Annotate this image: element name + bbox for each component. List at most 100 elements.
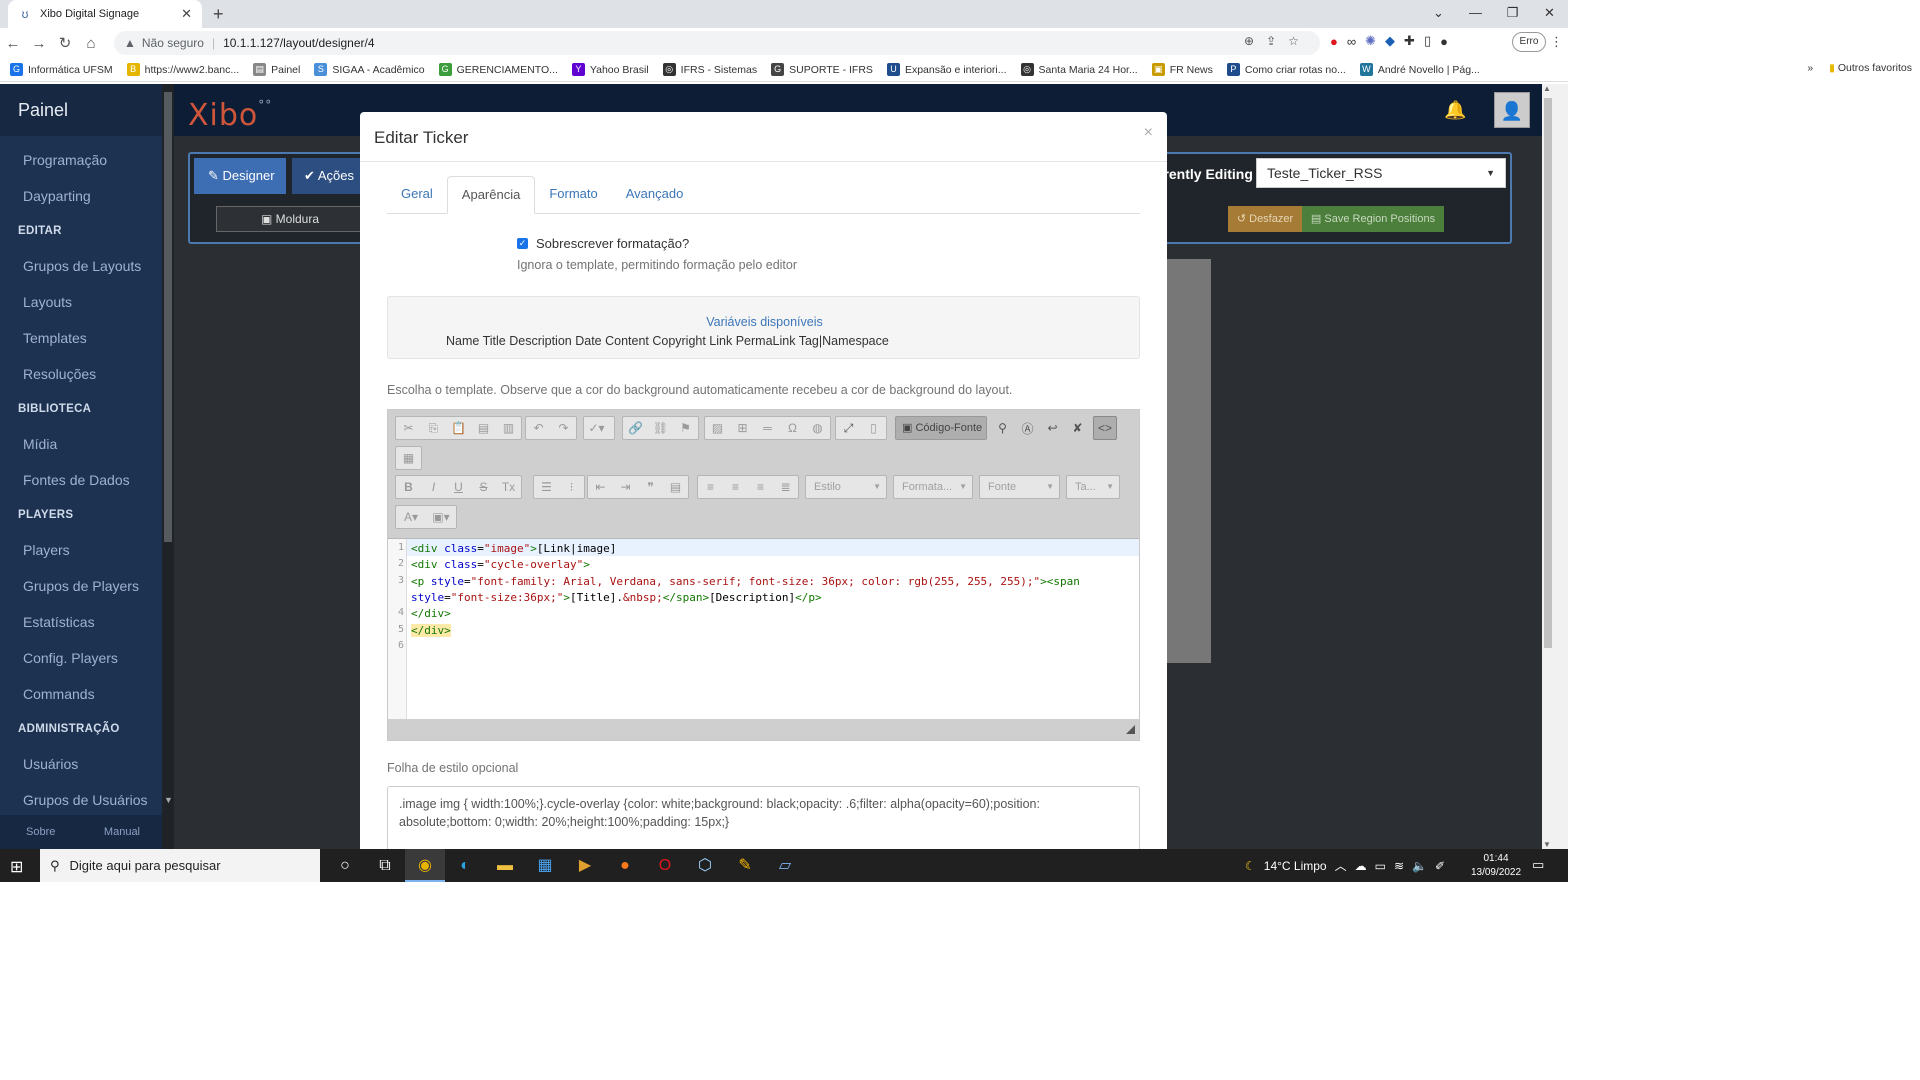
bookmark-item[interactable]: Bhttps://www2.banc...	[126, 63, 239, 76]
clock[interactable]: 01:44 13/09/2022	[1466, 852, 1526, 880]
reload-icon[interactable]: ↻	[52, 34, 78, 52]
sidepanel-icon[interactable]: ▯	[1424, 33, 1431, 49]
back-icon[interactable]: ←	[0, 35, 26, 52]
modal-tab[interactable]: Avançado	[612, 176, 698, 214]
iframe-icon[interactable]: ◍	[805, 421, 830, 435]
tray-chevron-icon[interactable]: ︿	[1335, 857, 1347, 874]
link-icon[interactable]: 🔗	[623, 421, 648, 435]
css-textarea[interactable]: .image img { width:100%;}.cycle-overlay …	[387, 786, 1140, 849]
source-code-area[interactable]: 1 2 3 4 5 6 <div class="image">[Link|image] <…	[388, 539, 1139, 719]
puzzle-icon[interactable]: ✚	[1404, 33, 1415, 49]
firefox-icon[interactable]: ●	[605, 849, 645, 882]
bookmark-item[interactable]: ◎ Santa Maria 24 Hor...	[1020, 63, 1138, 76]
align-center-icon[interactable]: ≡	[723, 480, 748, 494]
save-region-positions-button[interactable]: ▤ Save Region Positions	[1302, 206, 1444, 232]
div-icon[interactable]: ▤	[663, 480, 688, 494]
bg-color-icon[interactable]: ▣▾	[426, 510, 456, 524]
browser-tab[interactable]: ʊ Xibo Digital Signage ✕	[8, 0, 202, 28]
bookmark-item[interactable]: Y Yahoo Brasil	[571, 63, 649, 76]
tab-actions[interactable]: ✔ Ações	[292, 158, 362, 194]
unlink-icon[interactable]: ⛓	[648, 421, 673, 435]
profile-avatar-icon[interactable]: ●	[1440, 34, 1448, 49]
sidebar-item[interactable]: Templates	[0, 320, 162, 356]
taskbar-search[interactable]: ⚲ Digite aqui para pesquisar	[40, 849, 320, 882]
cloud-icon[interactable]: ☁	[1355, 859, 1367, 873]
wifi-icon[interactable]: ≋	[1394, 859, 1404, 873]
format-combo[interactable]: Formata... ▼	[893, 475, 973, 499]
page-scrollbar[interactable]: ▲ ▼	[1542, 84, 1568, 849]
tab-search-icon[interactable]: ⌄	[1420, 0, 1457, 28]
sidebar-item[interactable]: Players	[0, 532, 162, 568]
italic-icon[interactable]: I	[421, 480, 446, 494]
bell-icon[interactable]: 🔔	[1444, 100, 1466, 121]
sidebar-item[interactable]: Grupos de Usuários	[0, 782, 162, 818]
sidebar-item[interactable]: Usuários	[0, 746, 162, 782]
modal-tab[interactable]: Geral	[387, 176, 447, 214]
virtualbox-icon[interactable]: ⬡	[685, 849, 725, 882]
sidebar-item[interactable]: Commands	[0, 676, 162, 712]
size-combo[interactable]: Ta... ▼	[1066, 475, 1120, 499]
sidebar-item[interactable]: Resoluções	[0, 356, 162, 392]
sidebar-scrollbar[interactable]: ▼	[162, 84, 174, 849]
show-blocks-icon[interactable]: ▯	[861, 421, 886, 435]
editor-resize-bar[interactable]	[388, 719, 1139, 740]
gear-extension-icon[interactable]: ✺	[1365, 33, 1376, 49]
find-icon[interactable]: ⚲	[990, 421, 1015, 435]
sidebar-item[interactable]: Grupos de Players	[0, 568, 162, 604]
more-bookmarks-icon[interactable]: »	[1807, 62, 1813, 74]
star-icon[interactable]: ☆	[1288, 34, 1299, 48]
user-avatar[interactable]: 👤	[1494, 92, 1530, 128]
cut-icon[interactable]: ✂	[396, 421, 421, 435]
align-left-icon[interactable]: ≡	[698, 480, 723, 494]
home-icon[interactable]: ⌂	[78, 35, 104, 52]
indent-icon[interactable]: ⇥	[613, 480, 638, 494]
bookmark-item[interactable]: ▤ Painel	[253, 63, 300, 76]
source-code-button[interactable]: ▣ Código-Fonte	[895, 416, 987, 440]
cortana-icon[interactable]: ○	[325, 849, 365, 882]
restore-button[interactable]: ❐	[1494, 0, 1531, 28]
undo-source-icon[interactable]: ↩	[1040, 421, 1065, 435]
profile-error-badge[interactable]: Erro	[1512, 32, 1546, 52]
table-icon[interactable]: ⊞	[730, 421, 755, 435]
override-formatting[interactable]: ✓ Sobrescrever formatação?	[517, 236, 689, 251]
store-icon[interactable]: ▦	[525, 849, 565, 882]
editor-undo-icon[interactable]: ↶	[526, 421, 551, 435]
align-right-icon[interactable]: ≡	[748, 480, 773, 494]
forward-icon[interactable]: →	[26, 35, 52, 52]
app-icon[interactable]: ✎	[725, 849, 765, 882]
paste-word-icon[interactable]: ▥	[496, 421, 521, 435]
code-icon[interactable]: <>	[1094, 421, 1116, 435]
other-bookmarks[interactable]: ▮ Outros favoritos	[1829, 62, 1912, 74]
weather-text[interactable]: 14°C Limpo	[1264, 859, 1327, 873]
spellcheck-icon[interactable]: ✓▾	[584, 421, 609, 435]
remove-format-icon[interactable]: ✘	[1065, 421, 1090, 435]
bookmark-item[interactable]: G Informática UFSM	[10, 63, 113, 76]
underline-icon[interactable]: U	[446, 480, 471, 494]
media-icon[interactable]: ▶	[565, 849, 605, 882]
cap-extension-icon[interactable]: ◆	[1385, 33, 1395, 49]
opera-icon[interactable]: O	[645, 849, 685, 882]
zoom-icon[interactable]: ⊕	[1244, 34, 1254, 48]
paste-text-icon[interactable]: ▤	[471, 421, 496, 435]
opera-extension-icon[interactable]: ●	[1330, 34, 1338, 49]
sidebar-item[interactable]: Layouts	[0, 284, 162, 320]
chrome-icon[interactable]: ◉	[405, 849, 445, 882]
manual-link[interactable]: Manual	[104, 826, 140, 838]
outdent-icon[interactable]: ⇤	[588, 480, 613, 494]
pen-icon[interactable]: ✐	[1435, 859, 1445, 873]
undo-button[interactable]: ↺ Desfazer	[1228, 206, 1302, 232]
select-all-icon[interactable]: Ⓐ	[1015, 420, 1040, 437]
numbered-list-icon[interactable]: ☰	[534, 480, 559, 494]
address-bar[interactable]: ▲ Não seguro | 10.1.1.127/layout/designe…	[114, 31, 1320, 55]
sidebar-brand[interactable]: Painel	[0, 84, 162, 136]
style-combo[interactable]: Estilo ▼	[805, 475, 887, 499]
sidebar-item[interactable]: Estatísticas	[0, 604, 162, 640]
new-tab-button[interactable]: +	[213, 4, 224, 25]
notifications-icon[interactable]: ▭	[1532, 857, 1544, 873]
close-window-button[interactable]: ✕	[1531, 0, 1568, 28]
edge-icon[interactable]: ◐	[445, 849, 485, 882]
share-icon[interactable]: ⇪	[1266, 34, 1276, 48]
sidebar-item[interactable]: Programação	[0, 142, 162, 178]
bookmark-item[interactable]: G GERENCIAMENTO...	[438, 63, 558, 76]
qrcode-icon[interactable]: ▦	[396, 451, 421, 465]
